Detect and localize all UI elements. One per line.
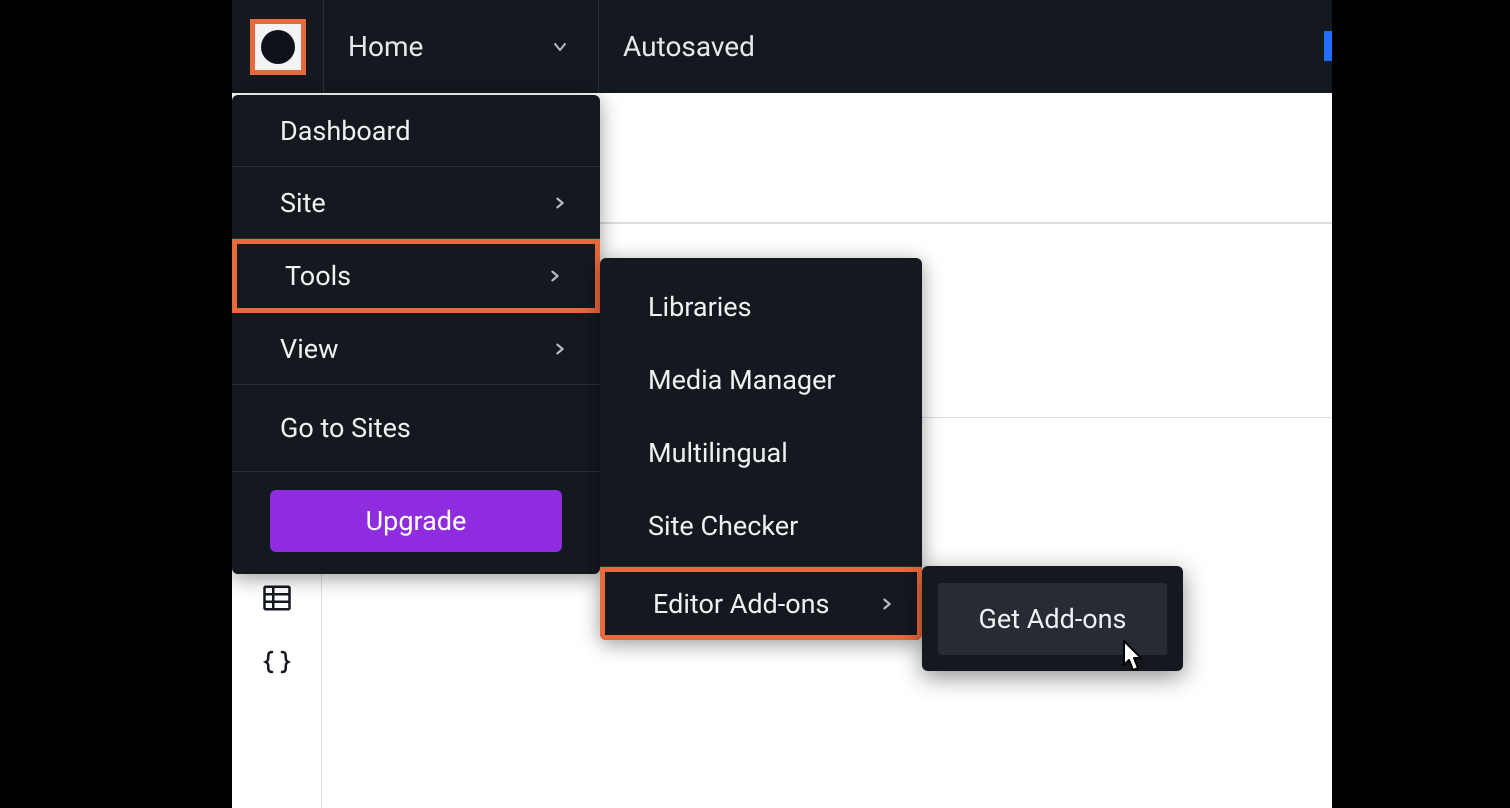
submenu-item-libraries[interactable]: Libraries (600, 270, 922, 343)
chevron-right-icon (552, 341, 568, 357)
upgrade-label: Upgrade (366, 505, 467, 537)
menu-label: Go to Sites (280, 412, 411, 444)
submenu-label: Get Add-ons (978, 603, 1126, 635)
menu-item-tools[interactable]: Tools (232, 239, 600, 313)
menu-item-site[interactable]: Site (232, 167, 600, 239)
code-braces-icon[interactable] (262, 647, 292, 677)
submenu-label: Libraries (648, 291, 752, 323)
logo-icon (250, 19, 306, 75)
page-selector-label: Home (348, 30, 423, 63)
menu-item-dashboard[interactable]: Dashboard (232, 95, 600, 167)
preview-edge-icon (1324, 31, 1332, 61)
menu-item-go-to-sites[interactable]: Go to Sites (232, 385, 600, 471)
save-status: Autosaved (599, 0, 1332, 93)
logo-button[interactable] (232, 0, 324, 93)
save-status-label: Autosaved (623, 30, 755, 63)
upgrade-wrap: Upgrade (232, 471, 600, 574)
submenu-label: Multilingual (648, 437, 788, 469)
submenu-label: Media Manager (648, 364, 836, 396)
tools-submenu: Libraries Media Manager Multilingual Sit… (600, 258, 922, 640)
submenu-label: Editor Add-ons (653, 588, 829, 620)
submenu-item-media-manager[interactable]: Media Manager (600, 343, 922, 416)
menu-label: Tools (285, 260, 351, 292)
chevron-right-icon (552, 195, 568, 211)
chevron-right-icon (547, 268, 563, 284)
submenu-item-editor-addons[interactable]: Editor Add-ons (600, 567, 922, 640)
menu-item-view[interactable]: View (232, 313, 600, 385)
chevron-down-icon (552, 39, 568, 55)
submenu-label: Site Checker (648, 510, 798, 542)
submenu-item-site-checker[interactable]: Site Checker (600, 489, 922, 562)
chevron-right-icon (879, 596, 895, 612)
main-menu: Dashboard Site Tools View Go to Sites Up… (232, 95, 600, 574)
menu-label: Dashboard (280, 115, 411, 147)
top-bar: Home Autosaved (232, 0, 1332, 93)
addons-submenu: Get Add-ons (922, 566, 1183, 671)
page-selector[interactable]: Home (324, 0, 599, 93)
upgrade-button[interactable]: Upgrade (270, 490, 562, 552)
menu-label: View (280, 333, 338, 365)
submenu-item-get-addons[interactable]: Get Add-ons (938, 583, 1167, 655)
submenu-item-multilingual[interactable]: Multilingual (600, 416, 922, 489)
menu-label: Site (280, 187, 326, 219)
grid-icon[interactable] (262, 583, 292, 613)
